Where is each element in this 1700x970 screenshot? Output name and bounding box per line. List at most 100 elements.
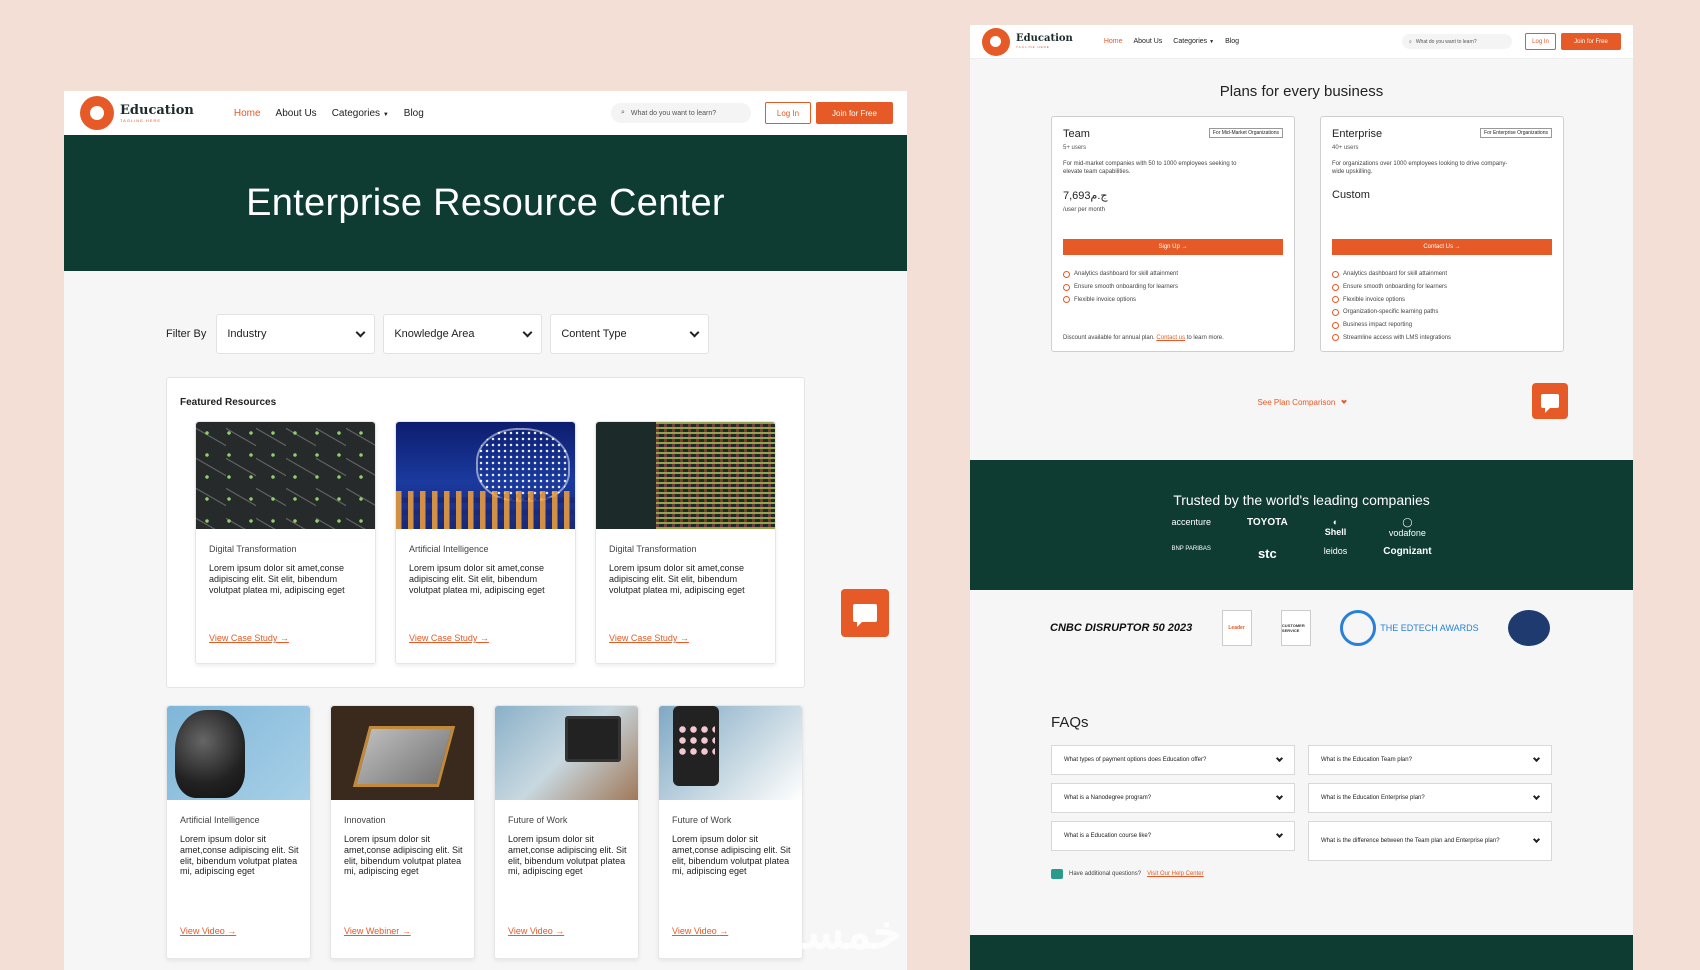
card-category: Future of Work bbox=[508, 815, 568, 825]
faq-item[interactable]: What is the difference between the Team … bbox=[1308, 821, 1552, 861]
contact-us-button[interactable]: Contact Us → bbox=[1332, 239, 1552, 255]
robot-image bbox=[167, 706, 310, 800]
plan-tag: For Enterprise Organizations bbox=[1480, 128, 1552, 138]
brand-logo[interactable]: Education TAGLINE HERE bbox=[982, 27, 1073, 56]
sign-up-button[interactable]: Sign Up → bbox=[1063, 239, 1283, 255]
resource-card[interactable]: Digital Transformation Lorem ipsum dolor… bbox=[595, 421, 776, 664]
arrow-right-icon: → bbox=[279, 633, 289, 643]
resource-card[interactable]: Future of Work Lorem ipsum dolor sit ame… bbox=[494, 705, 639, 959]
note-text-end: to learn more. bbox=[1186, 335, 1224, 341]
arrow-right-icon: → bbox=[555, 926, 565, 936]
brand-name: Education bbox=[120, 102, 194, 118]
contact-us-link[interactable]: Contact us bbox=[1156, 335, 1185, 341]
logo-icon bbox=[982, 27, 1010, 56]
nav-about[interactable]: About Us bbox=[276, 108, 317, 119]
feature-list: Analytics dashboard for skill attainment… bbox=[1332, 268, 1451, 344]
search-placeholder: What do you want to learn? bbox=[630, 109, 717, 117]
feature-text: Business impact reporting bbox=[1343, 322, 1413, 329]
faq-item[interactable]: What types of payment options does Educa… bbox=[1051, 745, 1295, 775]
check-circle-icon bbox=[1332, 321, 1339, 329]
view-case-study-link[interactable]: View Case Study → bbox=[609, 633, 689, 643]
help-center-link[interactable]: Visit Our Help Center bbox=[1147, 871, 1204, 877]
view-video-link[interactable]: View Video → bbox=[180, 926, 236, 936]
feature-text: Organization-specific learning paths bbox=[1343, 309, 1439, 316]
top-nav: Education TAGLINE HERE Home About Us Cat… bbox=[64, 91, 907, 135]
edtech-globe-icon bbox=[1340, 610, 1377, 646]
enterprise-plan-card: Enterprise For Enterprise Organizations … bbox=[1320, 116, 1564, 352]
content-type-select-label: Content Type bbox=[561, 328, 627, 340]
trusted-companies-section: Trusted by the world's leading companies… bbox=[970, 460, 1633, 590]
search-input[interactable]: ⌕ What do you want to learn? bbox=[1402, 34, 1512, 49]
stc-logo: stc bbox=[1257, 546, 1277, 561]
view-case-study-link[interactable]: View Case Study → bbox=[209, 633, 289, 643]
card-text: Lorem ipsum dolor sit amet,conse adipisc… bbox=[209, 563, 345, 595]
help-center-prompt: Have additional questions? Visit Our Hel… bbox=[1051, 869, 1204, 879]
view-case-study-link[interactable]: View Case Study → bbox=[409, 633, 489, 643]
nav-home[interactable]: Home bbox=[1104, 38, 1123, 45]
nav-blog[interactable]: Blog bbox=[1225, 38, 1239, 45]
trusted-title: Trusted by the world's leading companies bbox=[1173, 492, 1430, 508]
faq-item[interactable]: What is the Education Enterprise plan? bbox=[1308, 783, 1552, 813]
resource-center-page: Education TAGLINE HERE Home About Us Cat… bbox=[64, 91, 907, 970]
view-video-link[interactable]: View Video → bbox=[508, 926, 564, 936]
code-screen-image bbox=[596, 422, 775, 529]
arrow-right-icon: → bbox=[227, 926, 237, 936]
edtech-award: THE EDTECH AWARDS bbox=[1340, 610, 1479, 646]
logo-icon bbox=[80, 96, 114, 130]
resource-card[interactable]: Innovation Lorem ipsum dolor sit amet,co… bbox=[330, 705, 475, 959]
chat-button[interactable] bbox=[841, 589, 889, 637]
nav-home[interactable]: Home bbox=[234, 108, 261, 119]
chat-button[interactable] bbox=[1532, 383, 1568, 419]
feature-text: Flexible invoice options bbox=[1074, 296, 1137, 303]
caret-down-icon: ▼ bbox=[382, 111, 389, 118]
resource-card[interactable]: Digital Transformation Lorem ipsum dolor… bbox=[195, 421, 376, 664]
industry-select[interactable]: Industry bbox=[216, 314, 376, 354]
faq-question: What is a Nanodegree program? bbox=[1064, 795, 1152, 801]
customer-service-badge: CUSTOMER SERVICE bbox=[1280, 610, 1311, 646]
knowledge-area-select-label: Knowledge Area bbox=[394, 328, 475, 340]
vodafone-logo-text: vodafone bbox=[1388, 528, 1426, 538]
view-video-link[interactable]: View Video → bbox=[672, 926, 728, 936]
search-input[interactable]: ⌕ What do you want to learn? bbox=[611, 103, 751, 123]
knowledge-area-select[interactable]: Knowledge Area bbox=[383, 314, 543, 354]
leidos-logo: leidos bbox=[1323, 546, 1348, 556]
resource-card[interactable]: Artificial Intelligence Lorem ipsum dolo… bbox=[166, 705, 311, 959]
feature-list: Analytics dashboard for skill attainment… bbox=[1063, 268, 1178, 306]
phone-image bbox=[659, 706, 802, 800]
feature-text: Ensure smooth onboarding for learners bbox=[1343, 284, 1448, 291]
chevron-down-icon bbox=[1275, 792, 1284, 801]
nav-categories[interactable]: Categories ▼ bbox=[332, 108, 389, 119]
card-category: Digital Transformation bbox=[209, 544, 297, 554]
feature-item: Streamline access with LMS integrations bbox=[1332, 331, 1451, 344]
faq-item[interactable]: What is a Education course like? bbox=[1051, 821, 1295, 851]
chat-bubbles-icon bbox=[1051, 869, 1063, 879]
join-button[interactable]: Join for Free bbox=[816, 102, 893, 124]
content-type-select[interactable]: Content Type bbox=[550, 314, 710, 354]
check-circle-icon bbox=[1332, 283, 1339, 291]
nav-blog[interactable]: Blog bbox=[404, 108, 424, 119]
card-text: Lorem ipsum dolor sit amet,conse adipisc… bbox=[180, 834, 299, 877]
caret-down-icon: ▼ bbox=[1209, 39, 1215, 45]
login-button[interactable]: Log In bbox=[765, 102, 811, 124]
faq-item[interactable]: What is the Education Team plan? bbox=[1308, 745, 1552, 775]
check-circle-icon bbox=[1063, 296, 1070, 304]
nav-about[interactable]: About Us bbox=[1134, 38, 1163, 45]
brand-logo[interactable]: Education TAGLINE HERE bbox=[80, 96, 194, 130]
feature-text: Analytics dashboard for skill attainment bbox=[1343, 271, 1448, 278]
login-button[interactable]: Log In bbox=[1525, 33, 1556, 50]
view-webinar-link[interactable]: View Webiner → bbox=[344, 926, 411, 936]
join-button[interactable]: Join for Free bbox=[1561, 33, 1621, 50]
feature-item: Organization-specific learning paths bbox=[1332, 306, 1451, 319]
plan-name: Team bbox=[1063, 128, 1090, 140]
chevron-down-icon bbox=[1532, 835, 1541, 844]
faq-item[interactable]: What is a Nanodegree program? bbox=[1051, 783, 1295, 813]
chip-image bbox=[331, 706, 474, 800]
plan-price: Custom bbox=[1332, 188, 1370, 201]
cta-label: Sign Up bbox=[1158, 244, 1180, 250]
resource-card[interactable]: Artificial Intelligence Lorem ipsum dolo… bbox=[395, 421, 576, 664]
filter-bar: Filter By Industry Knowledge Area Conten… bbox=[166, 314, 907, 354]
faq-list: What types of payment options does Educa… bbox=[1051, 745, 1552, 861]
plan-tag: For Mid-Market Organizations bbox=[1208, 128, 1283, 138]
nav-categories[interactable]: Categories ▼ bbox=[1173, 38, 1214, 45]
awards-row: CNBC DISRUPTOR 50 2023 Leader CUSTOMER S… bbox=[1050, 610, 1550, 646]
